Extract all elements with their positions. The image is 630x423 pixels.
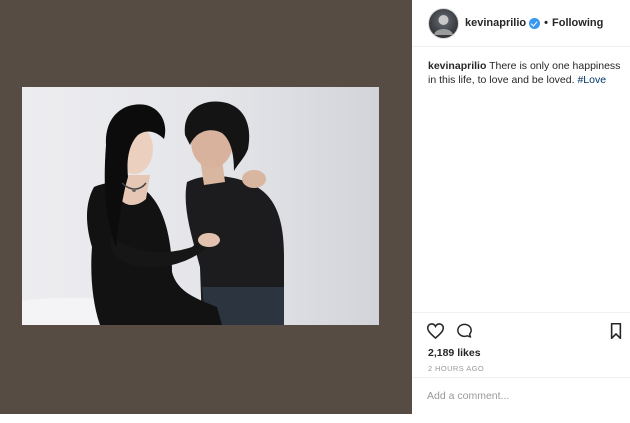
following-button[interactable]: Following (552, 17, 603, 29)
header-line: kevinaprilio • Following (465, 17, 603, 29)
add-comment-section (412, 377, 630, 415)
username-link[interactable]: kevinaprilio (465, 17, 526, 29)
caption-username-link[interactable]: kevinaprilio (428, 60, 486, 72)
comment-icon[interactable] (456, 323, 473, 344)
post-header: kevinaprilio • Following (412, 0, 630, 47)
heart-icon[interactable] (426, 323, 445, 344)
avatar[interactable] (428, 8, 459, 39)
media-pane (0, 0, 412, 414)
bookmark-icon[interactable] (610, 322, 622, 344)
comment-input[interactable] (427, 388, 617, 404)
likes-count[interactable]: 2,189 likes (428, 347, 481, 359)
post-photo-illustration (22, 101, 284, 325)
separator-dot: • (544, 17, 548, 29)
post-caption: kevinaprilio There is only one happiness… (428, 59, 624, 87)
post-sidebar: kevinaprilio • Following kevinaprilio Th… (412, 0, 630, 414)
avatar-image (434, 15, 453, 35)
verified-badge-icon (529, 17, 541, 29)
hashtag-link[interactable]: #Love (577, 74, 606, 86)
post-photo[interactable] (22, 87, 379, 325)
post-timestamp[interactable]: 2 HOURS AGO (428, 364, 484, 373)
